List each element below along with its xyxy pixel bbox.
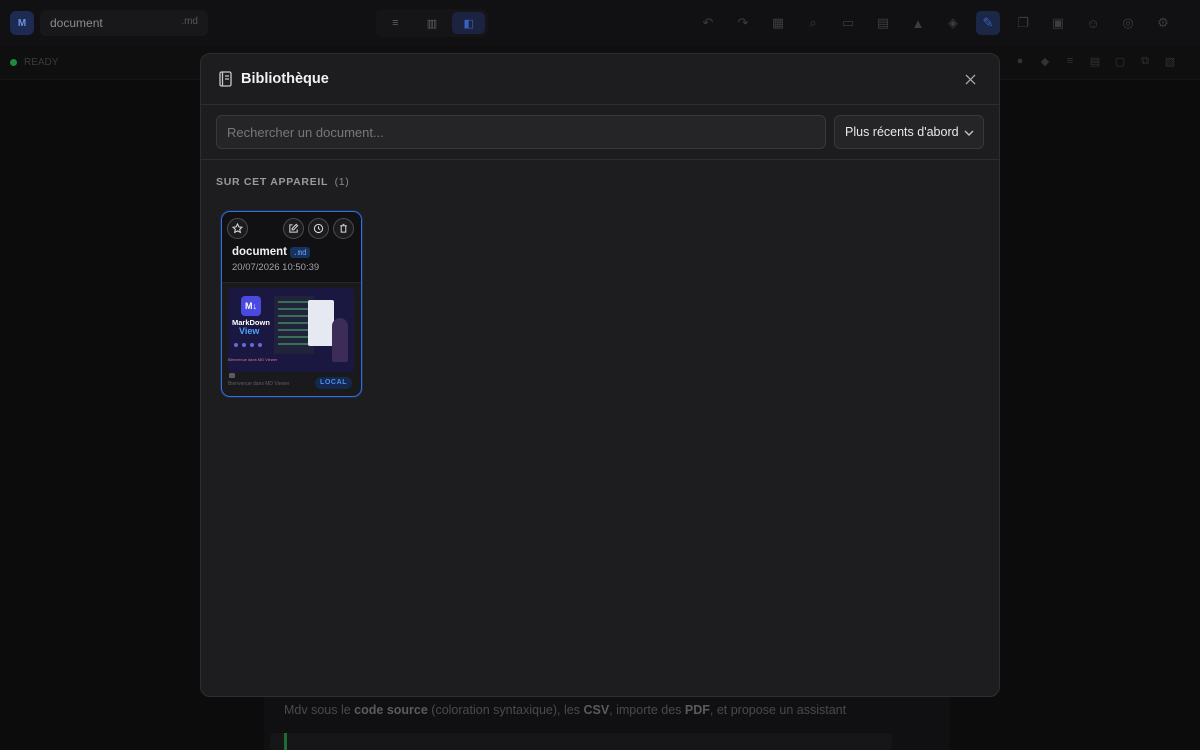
user-icon[interactable]: ☺ <box>1081 11 1105 35</box>
library-modal: Bibliothèque Plus récents d'abord SUR CE… <box>200 53 1000 697</box>
clock-icon <box>313 223 324 234</box>
editor-text-line: Mdv sous le code source (coloration synt… <box>284 703 847 717</box>
document-name-field[interactable]: document .md <box>40 10 208 36</box>
layers-icon[interactable]: ◈ <box>941 11 965 35</box>
editor-code-block <box>270 733 892 750</box>
modal-title: Bibliothèque <box>241 71 329 87</box>
edit-button[interactable] <box>283 218 304 239</box>
document-ext: .md <box>181 16 198 27</box>
redo-icon[interactable]: ↷ <box>731 11 755 35</box>
copy-icon[interactable]: ❐ <box>1011 11 1035 35</box>
bold-icon[interactable]: ● <box>1012 55 1028 71</box>
format-icons: ● ◆ ≡ ▤ ▢ ⧉ ▧ <box>1012 55 1178 71</box>
sort-select[interactable]: Plus récents d'abord <box>834 115 984 149</box>
app-toolbar: M document .md ≡ ▥ ◧ ↶ ↷ ▦ ⌕ ▭ ▤ ▲ ◈ ✎ ❐… <box>0 0 1200 46</box>
storage-badge: LOCAL <box>315 377 353 389</box>
preview-icon <box>229 373 235 378</box>
document-name: document <box>50 16 103 30</box>
settings-icon[interactable]: ⚙ <box>1151 11 1175 35</box>
comment-icon[interactable]: ▭ <box>836 11 860 35</box>
view-editor-button[interactable]: ≡ <box>379 12 412 34</box>
italic-icon[interactable]: ◆ <box>1037 55 1053 71</box>
document-card[interactable]: document .md 20/07/2026 10:50:39 M↓ Mark… <box>221 211 362 397</box>
close-icon[interactable] <box>961 70 979 88</box>
grid-icon[interactable]: ▤ <box>871 11 895 35</box>
thumbnail-illustration <box>332 318 348 362</box>
library-icon <box>217 70 235 88</box>
view-preview-button[interactable]: ◧ <box>452 12 486 34</box>
search-icon[interactable]: ⌕ <box>801 11 825 35</box>
toolbar-icons: ↶ ↷ ▦ ⌕ ▭ ▤ ▲ ◈ ✎ ❐ ▣ ☺ ◎ ⚙ <box>696 11 1175 35</box>
code-icon[interactable]: ▢ <box>1112 55 1128 71</box>
favorite-button[interactable] <box>227 218 248 239</box>
thumbnail-caption: Bienvenue dans MD Viewer <box>228 357 278 362</box>
edit-icon <box>289 223 299 233</box>
thumbnail-panel <box>308 300 334 346</box>
image-icon[interactable]: ▧ <box>1162 55 1178 71</box>
document-footer-text: Bienvenue dans MD Viewer <box>228 381 290 387</box>
thumbnail-logo: M↓ <box>241 296 261 316</box>
export-icon[interactable]: ▣ <box>1046 11 1070 35</box>
quote-icon[interactable]: ▤ <box>1087 55 1103 71</box>
document-name: document <box>232 246 287 258</box>
delete-button[interactable] <box>333 218 354 239</box>
history-button[interactable] <box>308 218 329 239</box>
sort-select-value: Plus récents d'abord <box>845 125 959 139</box>
thumbnail-title-line2: View <box>239 326 260 336</box>
tag-icon[interactable]: ▲ <box>906 11 930 35</box>
document-date: 20/07/2026 10:50:39 <box>232 262 320 273</box>
star-icon <box>232 223 243 234</box>
help-icon[interactable]: ◎ <box>1116 11 1140 35</box>
search-input[interactable] <box>216 115 826 149</box>
status-dot <box>10 59 17 66</box>
undo-icon[interactable]: ↶ <box>696 11 720 35</box>
document-ext-badge: .md <box>290 247 310 258</box>
list-icon[interactable]: ≡ <box>1062 55 1078 71</box>
table-icon[interactable]: ▦ <box>766 11 790 35</box>
thumbnail-feature-icons <box>234 343 262 347</box>
app-logo: M <box>10 11 34 35</box>
status-label: READY <box>24 57 59 68</box>
modal-header: Bibliothèque <box>201 54 999 105</box>
resize-handle[interactable] <box>990 687 997 696</box>
chevron-down-icon <box>963 127 975 139</box>
trash-icon <box>340 223 347 233</box>
document-thumbnail: M↓ MarkDown View Bienvenue dans MD Viewe… <box>228 288 354 372</box>
section-heading: SUR CET APPAREIL (1) <box>216 176 350 188</box>
pen-icon[interactable]: ✎ <box>976 11 1000 35</box>
link-icon[interactable]: ⧉ <box>1137 55 1153 71</box>
search-row: Plus récents d'abord <box>201 105 999 160</box>
view-mode-toggle: ≡ ▥ ◧ <box>376 9 488 37</box>
section-count: (1) <box>334 176 350 188</box>
section-title: SUR CET APPAREIL <box>216 176 328 188</box>
editor-code-marker <box>284 733 287 750</box>
view-split-button[interactable]: ▥ <box>416 12 449 34</box>
